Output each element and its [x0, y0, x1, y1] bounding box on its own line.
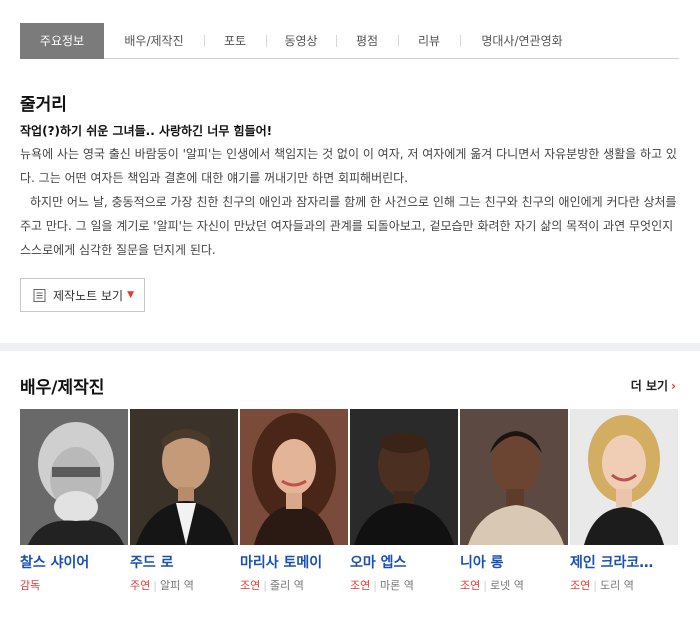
cast-item: 마리사 토메이 조연 | 줄리 역: [240, 409, 350, 593]
tab-photo[interactable]: 포토: [204, 23, 266, 59]
character-name: 알피 역: [159, 579, 194, 592]
main-info-panel: 주요정보 배우/제작진 포토 동영상 평점 리뷰 명대사/연관영화 줄거리 작업…: [0, 0, 700, 343]
cast-item: 오마 엡스 조연 | 마론 역: [350, 409, 460, 593]
synopsis-paragraph: 하지만 어느 날, 충동적으로 가장 친한 친구의 애인과 잠자리를 함께 한 …: [20, 195, 677, 257]
tab-bar: 주요정보 배우/제작진 포토 동영상 평점 리뷰 명대사/연관영화: [20, 22, 679, 59]
more-cast-link[interactable]: 더 보기 ›: [631, 377, 676, 394]
synopsis-paragraph: 뉴욕에 사는 영국 출신 바람둥이 '알피'는 인생에서 책임지는 것 없이 이…: [20, 147, 677, 185]
cast-role: 조연 | 줄리 역: [240, 579, 304, 592]
character-name: 마론 역: [379, 579, 414, 592]
more-cast-label: 더 보기: [630, 379, 669, 393]
cast-photo[interactable]: [350, 409, 458, 545]
cast-item: 찰스 샤이어 감독: [20, 409, 130, 593]
role-type: 조연: [240, 579, 261, 592]
cast-name[interactable]: 마리사 토메이: [240, 552, 348, 572]
cast-panel: 배우/제작진 더 보기 › 찰스 샤이어 감독 주드 로 주연 | 알피 역 마…: [0, 351, 700, 627]
tab-video[interactable]: 동영상: [266, 23, 336, 59]
production-note-button[interactable]: 제작노트 보기 ▼: [20, 278, 145, 312]
cast-role: 조연 | 마론 역: [350, 579, 414, 592]
cast-role: 조연 | 로넷 역: [460, 579, 524, 592]
tab-review[interactable]: 리뷰: [398, 23, 460, 59]
cast-role: 조연 | 도리 역: [570, 579, 634, 592]
cast-name[interactable]: 찰스 샤이어: [20, 552, 128, 572]
tab-quotes-related[interactable]: 명대사/연관영화: [460, 23, 584, 59]
cast-photo[interactable]: [240, 409, 348, 545]
synopsis-headline: 작업(?)하기 쉬운 그녀들.. 사랑하긴 너무 힘들어!: [20, 124, 273, 138]
cast-name[interactable]: 니아 롱: [460, 552, 568, 572]
cast-name[interactable]: 오마 엡스: [350, 552, 458, 572]
cast-item: 제인 크라코… 조연 | 도리 역: [570, 409, 680, 593]
role-type: 조연: [460, 579, 481, 592]
cast-photo[interactable]: [570, 409, 678, 545]
cast-list: 찰스 샤이어 감독 주드 로 주연 | 알피 역 마리사 토메이 조연 | 줄리…: [20, 409, 680, 593]
role-type: 주연: [130, 579, 151, 592]
chevron-right-icon: ›: [671, 379, 676, 393]
cast-photo[interactable]: [130, 409, 238, 545]
tab-rating[interactable]: 평점: [336, 23, 398, 59]
cast-photo[interactable]: [460, 409, 568, 545]
character-name: 도리 역: [599, 579, 634, 592]
role-type: 조연: [570, 579, 591, 592]
cast-role: 주연 | 알피 역: [130, 579, 194, 592]
cast-name[interactable]: 제인 크라코…: [570, 552, 678, 572]
tab-cast-crew[interactable]: 배우/제작진: [104, 23, 204, 59]
cast-photo[interactable]: [20, 409, 128, 545]
tab-main-info[interactable]: 주요정보: [20, 22, 104, 59]
cast-name[interactable]: 주드 로: [130, 552, 238, 572]
role-type: 조연: [350, 579, 371, 592]
document-icon: [33, 288, 46, 302]
role-type: 감독: [20, 579, 41, 592]
production-note-label: 제작노트 보기: [53, 288, 124, 303]
character-name: 로넷 역: [489, 579, 524, 592]
cast-section-title: 배우/제작진: [20, 378, 105, 398]
synopsis-title: 줄거리: [20, 95, 67, 115]
cast-role: 감독: [20, 577, 130, 593]
cast-item: 니아 롱 조연 | 로넷 역: [460, 409, 570, 593]
cast-item: 주드 로 주연 | 알피 역: [130, 409, 240, 593]
synopsis-body: 뉴욕에 사는 영국 출신 바람둥이 '알피'는 인생에서 책임지는 것 없이 이…: [20, 142, 682, 262]
character-name: 줄리 역: [269, 579, 304, 592]
caret-down-icon: ▼: [127, 290, 134, 300]
